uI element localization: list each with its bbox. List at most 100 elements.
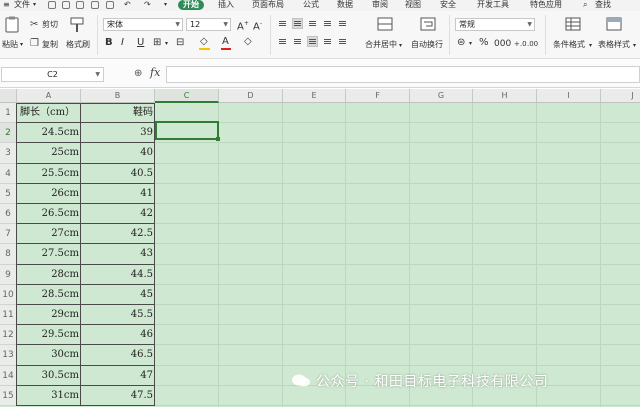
row-header-14[interactable]: 14 [0,365,17,386]
row-header-8[interactable]: 8 [0,244,17,265]
outdent-icon[interactable] [337,18,348,29]
function-icon[interactable]: fx [150,66,160,79]
undo-icon[interactable]: ↶ [124,0,131,10]
cell-a11[interactable]: 29cm [17,305,81,325]
align-middle-icon[interactable] [292,18,303,29]
column-header-e[interactable]: E [283,89,346,103]
active-cell-c2[interactable] [155,121,219,140]
cell-b15[interactable]: 47.5 [81,386,155,406]
column-header-f[interactable]: F [346,89,410,103]
underline-icon[interactable]: U [137,38,144,48]
align-right-icon[interactable] [307,36,318,47]
increase-font-icon[interactable]: A+ [237,19,249,32]
redo-icon[interactable]: ↷ [144,0,151,10]
paste-icon[interactable] [4,16,20,33]
paste-chevron-icon[interactable]: ▾ [20,40,23,50]
cell-a10[interactable]: 28.5cm [17,285,81,305]
cell-b4[interactable]: 40.5 [81,164,155,184]
hamburger-icon[interactable]: ≡ [3,0,10,10]
tab-insert[interactable]: 插入 [218,0,234,10]
row-header-5[interactable]: 5 [0,183,17,204]
cell-a8[interactable]: 27.5cm [17,244,81,264]
cut-icon[interactable]: ✂ [30,20,38,30]
tab-formulas[interactable]: 公式 [303,0,319,10]
table-style-chevron-icon[interactable]: ▾ [633,41,636,51]
fill-color-icon[interactable]: ◇ [200,37,208,47]
tab-security[interactable]: 安全 [440,0,456,10]
cell-b12[interactable]: 46 [81,325,155,345]
file-menu[interactable]: 文件 [14,0,30,10]
align-center-icon[interactable] [292,36,303,47]
copy-button[interactable]: 复制 [42,40,58,50]
number-format-select[interactable]: 常规 ▼ [455,18,535,31]
column-header-i[interactable]: I [537,89,601,103]
italic-icon[interactable]: I [121,38,124,48]
increase-decimal-icon[interactable]: +.0 [514,39,527,49]
cell-b2[interactable]: 39 [81,123,155,143]
save-icon[interactable] [62,1,70,9]
percent-icon[interactable]: % [479,38,489,48]
cell-a7[interactable]: 27cm [17,224,81,244]
copy-icon[interactable]: ❐ [30,39,39,49]
column-header-j[interactable]: J [601,89,640,103]
format-painter-icon[interactable] [70,17,84,33]
column-header-d[interactable]: D [219,89,283,103]
print-icon[interactable] [76,1,84,9]
cell-a15[interactable]: 31cm [17,386,81,406]
border-chevron-icon[interactable]: ▾ [165,39,168,49]
merge-center-chevron-icon[interactable]: ▾ [399,41,402,51]
row-header-10[interactable]: 10 [0,284,17,305]
cell-b3[interactable]: 40 [81,143,155,163]
print-preview-icon[interactable] [91,1,99,9]
cell-a4[interactable]: 25.5cm [17,164,81,184]
tab-review[interactable]: 审阅 [372,0,388,10]
cell-a6[interactable]: 26.5cm [17,204,81,224]
font-size-select[interactable]: 12 ▼ [186,18,231,31]
cell-a5[interactable]: 26cm [17,184,81,204]
quick-access-chevron-icon[interactable]: ▾ [164,0,167,10]
conditional-format-button[interactable]: 条件格式 [553,40,585,50]
cell-a14[interactable]: 30.5cm [17,366,81,386]
formula-input[interactable] [166,66,640,83]
tab-special-apps[interactable]: 特色应用 [530,0,562,10]
conditional-format-icon[interactable] [565,17,581,31]
row-header-12[interactable]: 12 [0,325,17,346]
border-icon[interactable]: ⊞ [153,38,161,48]
column-header-a[interactable]: A [17,89,81,103]
cell-b13[interactable]: 46.5 [81,345,155,365]
search-label[interactable]: 查找 [595,0,611,10]
distributed-icon[interactable] [337,36,348,47]
cell-b9[interactable]: 44.5 [81,265,155,285]
file-menu-chevron-icon[interactable]: ▾ [33,0,36,10]
merge-center-button[interactable]: 合并居中 [365,40,397,50]
currency-chevron-icon[interactable]: ▾ [469,39,472,49]
cell-b11[interactable]: 45.5 [81,305,155,325]
clear-format-icon[interactable]: ◇ [244,37,252,47]
cell-b10[interactable]: 45 [81,285,155,305]
tab-home[interactable]: 开始 [178,0,204,10]
zoom-icon[interactable]: ⊕ [134,68,142,79]
cut-button[interactable]: 剪切 [42,20,58,30]
cell-a1-header[interactable]: 脚长（cm） [17,103,81,123]
tab-data[interactable]: 数据 [337,0,353,10]
cell-a12[interactable]: 29.5cm [17,325,81,345]
format-painter-button[interactable]: 格式刷 [66,40,90,50]
cell-a13[interactable]: 30cm [17,345,81,365]
fill-handle[interactable] [216,137,220,141]
cell-b5[interactable]: 41 [81,184,155,204]
row-header-3[interactable]: 3 [0,143,17,164]
cell-b8[interactable]: 43 [81,244,155,264]
column-header-h[interactable]: H [473,89,537,103]
align-left-icon[interactable] [277,36,288,47]
cell-b1-header[interactable]: 鞋码 [81,103,155,123]
row-header-6[interactable]: 6 [0,204,17,225]
name-box[interactable]: C2 ▼ [1,67,104,82]
thousands-separator-icon[interactable]: 000 [494,39,511,49]
conditional-format-chevron-icon[interactable]: ▾ [589,41,592,51]
row-header-11[interactable]: 11 [0,305,17,326]
select-all-corner[interactable] [0,89,17,103]
row-header-13[interactable]: 13 [0,345,17,366]
column-header-g[interactable]: G [410,89,473,103]
align-bottom-icon[interactable] [307,18,318,29]
row-header-2[interactable]: 2 [0,123,17,144]
